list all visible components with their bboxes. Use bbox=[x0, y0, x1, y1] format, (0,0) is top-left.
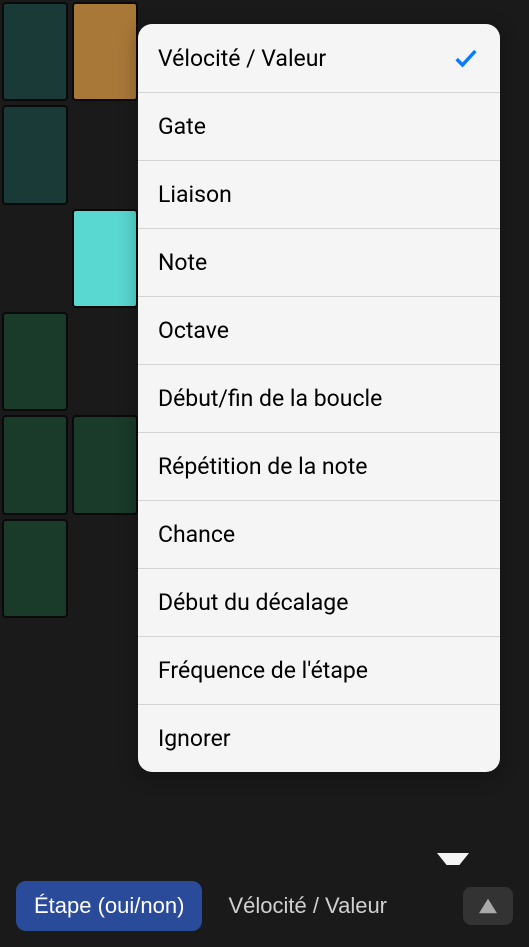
popup-item-note[interactable]: Note bbox=[138, 229, 500, 297]
popup-item-label: Début du décalage bbox=[158, 589, 348, 616]
check-icon bbox=[452, 44, 480, 72]
grid-cell[interactable] bbox=[2, 415, 68, 514]
bottom-toolbar: Étape (oui/non) Vélocité / Valeur bbox=[0, 865, 529, 947]
popup-item-repeat[interactable]: Répétition de la note bbox=[138, 433, 500, 501]
grid-cell[interactable] bbox=[2, 105, 68, 204]
popup-item-chance[interactable]: Chance bbox=[138, 501, 500, 569]
grid-cell[interactable] bbox=[2, 2, 68, 101]
popup-item-label: Début/fin de la boucle bbox=[158, 385, 382, 412]
tab-step-toggle[interactable]: Étape (oui/non) bbox=[16, 881, 202, 931]
edit-mode-popup: Vélocité / Valeur Gate Liaison Note Octa… bbox=[138, 24, 500, 772]
grid-cell[interactable] bbox=[2, 519, 68, 618]
popup-item-label: Répétition de la note bbox=[158, 453, 367, 480]
step-grid-background bbox=[0, 0, 140, 620]
grid-cell-selected[interactable] bbox=[72, 209, 138, 308]
popup-item-label: Liaison bbox=[158, 181, 232, 208]
popup-item-label: Vélocité / Valeur bbox=[158, 45, 326, 72]
popup-item-label: Fréquence de l'étape bbox=[158, 657, 368, 684]
popup-item-label: Ignorer bbox=[158, 725, 231, 752]
grid-cell-active[interactable] bbox=[72, 2, 138, 101]
tab-velocity[interactable]: Vélocité / Valeur bbox=[210, 881, 405, 931]
popup-item-step-rate[interactable]: Fréquence de l'étape bbox=[138, 637, 500, 705]
popup-item-loop[interactable]: Début/fin de la boucle bbox=[138, 365, 500, 433]
popup-item-label: Chance bbox=[158, 521, 235, 548]
popup-item-octave[interactable]: Octave bbox=[138, 297, 500, 365]
popup-item-tie[interactable]: Liaison bbox=[138, 161, 500, 229]
popup-item-offset[interactable]: Début du décalage bbox=[138, 569, 500, 637]
grid-cell[interactable] bbox=[72, 415, 138, 514]
popup-item-skip[interactable]: Ignorer bbox=[138, 705, 500, 772]
popup-item-label: Octave bbox=[158, 317, 229, 344]
popup-item-gate[interactable]: Gate bbox=[138, 93, 500, 161]
popup-item-label: Note bbox=[158, 249, 207, 276]
grid-cell[interactable] bbox=[2, 312, 68, 411]
collapse-button[interactable] bbox=[463, 887, 513, 925]
popup-item-velocity[interactable]: Vélocité / Valeur bbox=[138, 24, 500, 93]
triangle-up-icon bbox=[477, 897, 499, 915]
popup-item-label: Gate bbox=[158, 113, 206, 140]
